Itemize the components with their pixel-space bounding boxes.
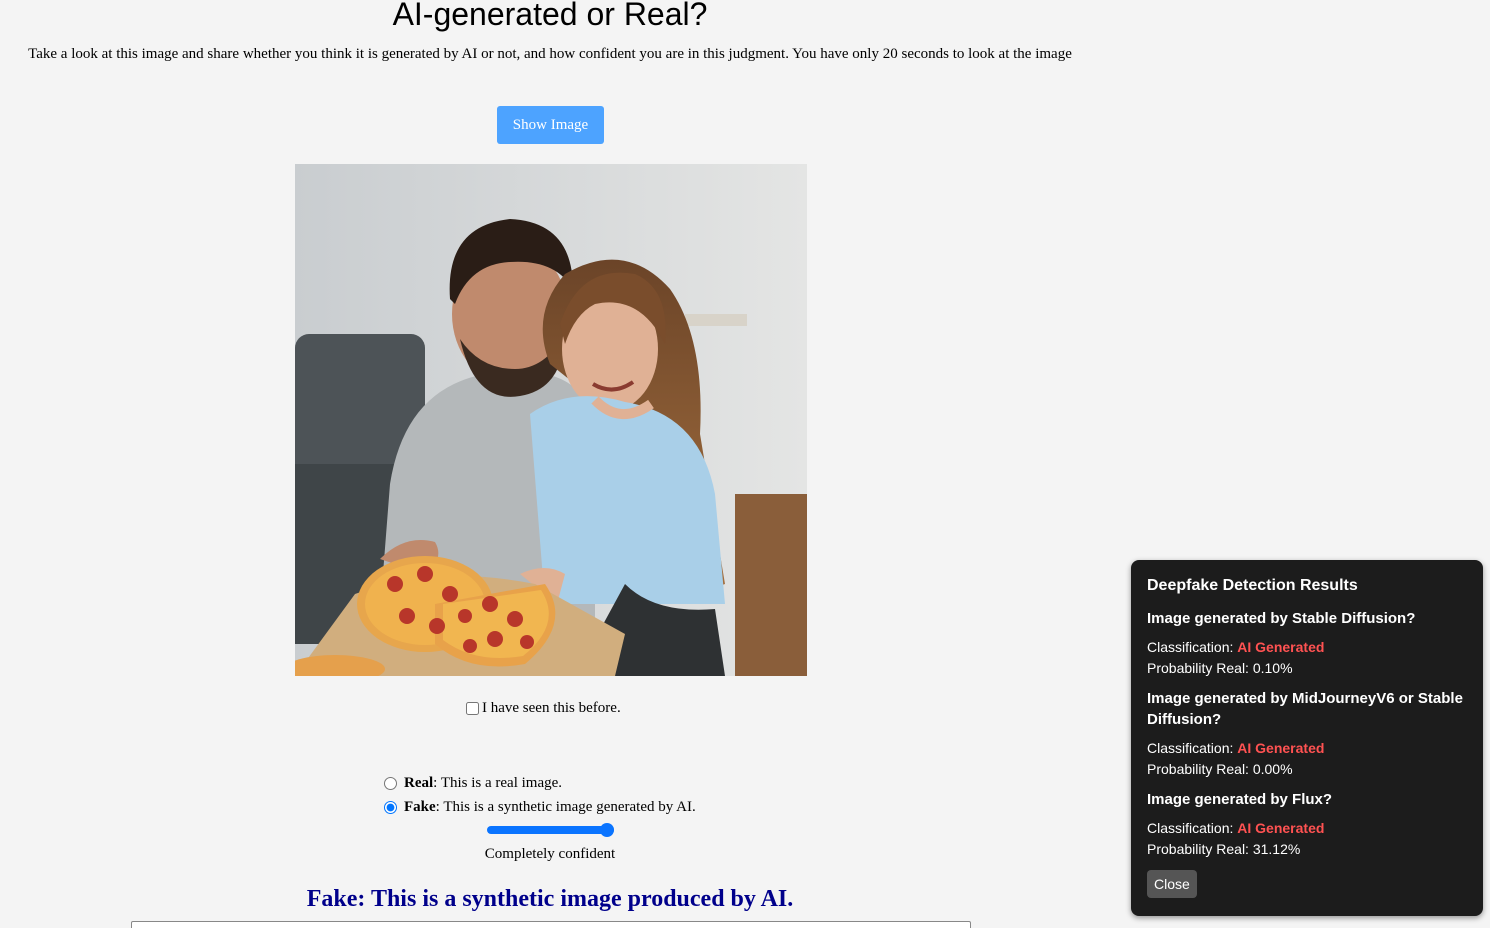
- probability-value: 0.10%: [1252, 660, 1293, 676]
- classification-label: Classification:: [1147, 820, 1234, 836]
- confidence-slider-track[interactable]: [487, 826, 614, 834]
- confidence-slider-thumb[interactable]: [600, 823, 614, 837]
- detection-result: Image generated by Stable Diffusion? Clas…: [1147, 608, 1467, 679]
- probability-value: 0.00%: [1252, 761, 1293, 777]
- quiz-image-illustration: [295, 164, 807, 676]
- detection-results-panel: Deepfake Detection Results Image generat…: [1131, 560, 1483, 916]
- probability-label: Probability Real:: [1147, 761, 1249, 777]
- detection-results-list: Image generated by Stable Diffusion? Clas…: [1147, 608, 1467, 860]
- real-option-desc: : This is a real image.: [433, 775, 563, 791]
- confidence-label: Completely confident: [484, 846, 616, 862]
- probability-value: 31.12%: [1252, 841, 1301, 857]
- real-radio[interactable]: [384, 777, 397, 790]
- result-classification-row: Classification: AI Generated: [1147, 637, 1467, 658]
- classification-label: Classification:: [1147, 639, 1234, 655]
- result-classification-row: Classification: AI Generated: [1147, 738, 1467, 759]
- fake-option-desc: : This is a synthetic image generated by…: [435, 799, 696, 815]
- classification-value: AI Generated: [1237, 639, 1325, 655]
- seen-before-row[interactable]: I have seen this before.: [466, 700, 621, 717]
- probability-label: Probability Real:: [1147, 841, 1249, 857]
- classification-value: AI Generated: [1237, 820, 1325, 836]
- page: AI-generated or Real? Take a look at thi…: [0, 0, 1490, 928]
- detection-result: Image generated by MidJourneyV6 or Stabl…: [1147, 688, 1467, 780]
- close-button[interactable]: Close: [1147, 870, 1197, 898]
- result-probability-row: Probability Real: 0.00%: [1147, 759, 1467, 780]
- seen-before-label: I have seen this before.: [482, 700, 621, 716]
- classification-label: Classification:: [1147, 740, 1234, 756]
- real-option-text: Real: This is a real image.: [404, 775, 562, 792]
- seen-before-checkbox[interactable]: [466, 702, 479, 715]
- confidence-slider[interactable]: [487, 822, 614, 838]
- classification-value: AI Generated: [1237, 740, 1325, 756]
- panel-title: Deepfake Detection Results: [1147, 577, 1358, 594]
- instructions-text: Take a look at this image and share whet…: [28, 46, 1072, 62]
- real-option[interactable]: Real: This is a real image.: [384, 775, 562, 792]
- result-question: Image generated by MidJourneyV6 or Stabl…: [1147, 690, 1463, 728]
- result-classification-row: Classification: AI Generated: [1147, 818, 1467, 839]
- fake-option-text: Fake: This is a synthetic image generate…: [404, 799, 696, 816]
- real-option-label: Real: [404, 775, 434, 791]
- page-title: AI-generated or Real?: [392, 0, 708, 32]
- fake-option-label: Fake: [404, 799, 436, 815]
- show-image-button[interactable]: Show Image: [497, 106, 604, 144]
- result-probability-row: Probability Real: 31.12%: [1147, 839, 1467, 860]
- result-question: Image generated by Stable Diffusion?: [1147, 610, 1416, 627]
- fake-radio[interactable]: [384, 801, 397, 814]
- quiz-image: [295, 164, 807, 676]
- comment-textarea[interactable]: [131, 921, 971, 928]
- result-probability-row: Probability Real: 0.10%: [1147, 658, 1467, 679]
- fake-option[interactable]: Fake: This is a synthetic image generate…: [384, 799, 696, 816]
- detection-result: Image generated by Flux? Classification: …: [1147, 789, 1467, 860]
- result-question: Image generated by Flux?: [1147, 791, 1333, 808]
- probability-label: Probability Real:: [1147, 660, 1249, 676]
- verdict-text: Fake: This is a synthetic image produced…: [306, 886, 794, 912]
